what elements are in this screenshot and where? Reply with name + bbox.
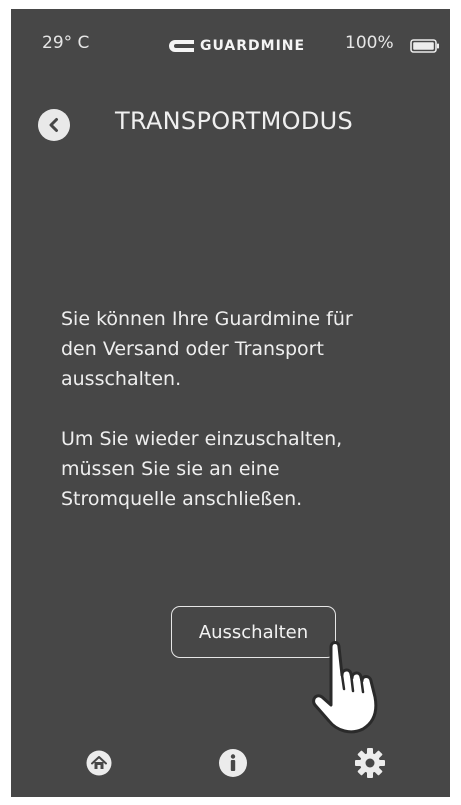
description: Sie können Ihre Guardmine für den Versan… [61, 304, 421, 544]
temperature-readout: 29° C [42, 33, 90, 53]
description-paragraph-2: Um Sie wieder einzuschalten, müssen Sie … [61, 428, 343, 510]
chevron-left-icon [49, 118, 58, 132]
guardmine-logo-icon [169, 40, 194, 52]
info-icon [219, 749, 247, 777]
tab-info[interactable] [213, 743, 253, 783]
tab-settings[interactable] [350, 743, 390, 783]
header: TRANSPORTMODUS [11, 99, 450, 149]
status-bar: 29° C GUARDMINE 100% [11, 9, 450, 69]
home-icon [86, 750, 112, 776]
tab-bar [11, 737, 450, 787]
page-title: TRANSPORTMODUS [115, 107, 354, 135]
battery-icon [410, 39, 439, 53]
brand-logo: GUARDMINE [168, 36, 305, 56]
description-paragraph-1: Sie können Ihre Guardmine für den Versan… [61, 308, 353, 390]
tab-home[interactable] [79, 743, 119, 783]
gear-icon [355, 748, 385, 778]
back-button[interactable] [38, 109, 70, 141]
battery-level: 100% [345, 33, 394, 53]
phone-screen: 29° C GUARDMINE 100% TRANSPORTMODUS Sie … [11, 9, 450, 797]
hand-pointer-icon [312, 641, 378, 734]
brand-name: GUARDMINE [200, 38, 306, 54]
